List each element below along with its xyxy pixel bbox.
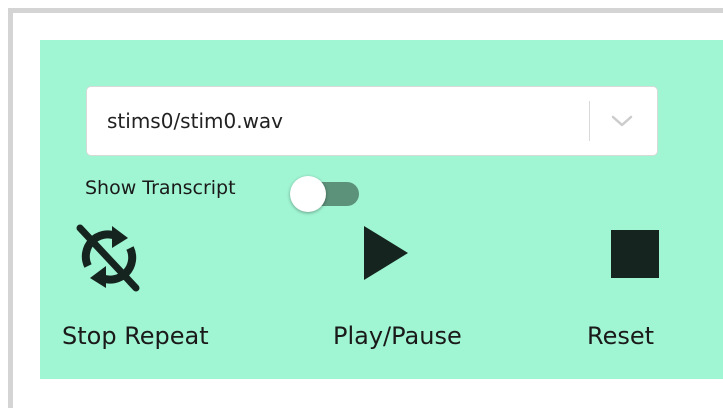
select-indicator-separator [589, 101, 590, 141]
play-pause-label: Play/Pause [333, 322, 462, 350]
repeat-off-icon[interactable] [72, 222, 146, 292]
stop-repeat-label: Stop Repeat [62, 322, 209, 350]
reset-label: Reset [587, 322, 655, 350]
audio-file-select-value: stims0/stim0.wav [107, 109, 284, 133]
toggle-knob[interactable] [290, 176, 326, 212]
play-icon[interactable] [362, 222, 412, 284]
chevron-down-icon[interactable] [609, 111, 635, 131]
stop-icon[interactable] [611, 230, 659, 278]
audio-player-panel: stims0/stim0.wav Show Transcript Stop Re [40, 40, 723, 379]
show-transcript-toggle[interactable] [290, 175, 362, 212]
show-transcript-label: Show Transcript [85, 177, 236, 199]
audio-file-select[interactable]: stims0/stim0.wav [86, 86, 658, 156]
